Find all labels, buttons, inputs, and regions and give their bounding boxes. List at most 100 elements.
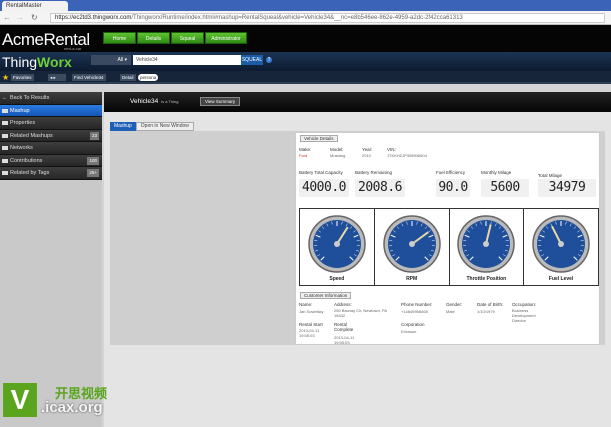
url-host: https://ec2td3.thingworx.com bbox=[55, 15, 132, 21]
history-nav[interactable]: ◂ ▸ bbox=[48, 74, 66, 81]
squeal-button[interactable]: SQUEAL bbox=[241, 55, 263, 65]
logo-subtitle: rent-a-car bbox=[64, 46, 82, 51]
metric-label: Battery Remaining bbox=[355, 170, 393, 175]
count-badge: 25+ bbox=[87, 169, 99, 177]
model-label: Model: bbox=[330, 147, 344, 152]
occupation-label: Occupation: bbox=[512, 302, 537, 307]
nav-squeal[interactable]: Squeal bbox=[171, 32, 204, 44]
mashup-tabs: Mashup Open in New Window bbox=[110, 122, 194, 131]
watermark-site: .icax.org bbox=[41, 399, 103, 416]
battery-total-display: 4000.0 bbox=[299, 179, 349, 197]
sidebar-item-properties[interactable]: Properties bbox=[0, 117, 102, 130]
nav-details[interactable]: Details bbox=[137, 32, 170, 44]
logo-part: Thing bbox=[2, 54, 38, 70]
star-icon[interactable]: ★ bbox=[2, 73, 9, 82]
vin-label: VIN: bbox=[387, 147, 396, 152]
mashup-icon bbox=[2, 108, 8, 113]
favorites-bar: ★ Favorites ◂ ▸ Find Vehicle34 Detail pe… bbox=[0, 71, 611, 84]
watermark-logo: V bbox=[3, 383, 37, 417]
address-label: Address: bbox=[334, 302, 352, 307]
address-value: 250 Barclay Cir, Newtown, PA 18432 bbox=[334, 308, 387, 318]
speed-gauge: Speed bbox=[300, 209, 375, 285]
gauge-dial bbox=[308, 215, 366, 273]
detail-button[interactable]: Detail bbox=[120, 74, 136, 81]
gauge-hub bbox=[333, 241, 340, 247]
dob-value: 1/10/1979 bbox=[477, 309, 495, 314]
monthly-milage-display: 5600 bbox=[481, 179, 529, 197]
browser-tab-strip: RentalMaster bbox=[0, 0, 611, 11]
make-value: Ford bbox=[299, 153, 308, 158]
reload-icon[interactable]: ↻ bbox=[31, 13, 38, 22]
browser-tab[interactable]: RentalMaster bbox=[2, 1, 68, 11]
name-label: Name: bbox=[299, 302, 313, 307]
scope-select[interactable]: All ▾ bbox=[91, 55, 131, 65]
corporation-label: Corporation bbox=[401, 322, 425, 327]
count-badge: 23 bbox=[89, 131, 99, 140]
back-arrow-icon: ← bbox=[2, 95, 8, 101]
app-header: AcmeRental rent-a-car Home Details Squea… bbox=[0, 25, 611, 52]
nav-home[interactable]: Home bbox=[103, 32, 136, 44]
rpm-gauge: RPM bbox=[375, 209, 450, 285]
contributions-icon bbox=[2, 158, 8, 163]
phone-value: +14845958465 bbox=[401, 309, 428, 314]
sidebar-item-related-mashups[interactable]: Related Mashups 23 bbox=[0, 129, 102, 142]
model-value: Mustang bbox=[330, 153, 346, 158]
scope-value: All bbox=[117, 57, 124, 63]
sidebar-item-back[interactable]: ← Back To Results bbox=[0, 92, 102, 105]
tag-icon bbox=[2, 171, 8, 175]
back-icon[interactable]: ← bbox=[3, 13, 11, 22]
year-value: 2010 bbox=[362, 153, 371, 158]
vin-value: JTKKHZJP308906604 bbox=[387, 153, 427, 158]
rental-start-label: Rental Start bbox=[299, 322, 323, 327]
sidebar-item-contributions[interactable]: Contributions 100 bbox=[0, 154, 102, 167]
gauge-dial bbox=[382, 215, 441, 273]
sidebar: ← Back To Results Mashup Properties Relat… bbox=[0, 92, 102, 427]
sidebar-item-label: Back To Results bbox=[10, 95, 50, 101]
favorites-button[interactable]: Favorites bbox=[11, 74, 34, 81]
forward-icon[interactable]: → bbox=[16, 13, 24, 22]
thingworx-logo: ThingWorx bbox=[2, 54, 72, 70]
rental-start-value: 2013-04-11 19:55:03 bbox=[299, 328, 320, 338]
dob-label: Date of Birth: bbox=[477, 302, 504, 307]
tab-mashup[interactable]: Mashup bbox=[110, 122, 136, 131]
thing-name-text: Vehicle34 bbox=[130, 98, 159, 105]
total-milage-display: 34979 bbox=[538, 179, 596, 197]
sidebar-item-label: Networks bbox=[10, 145, 33, 151]
throttle-gauge: Throttle Position bbox=[450, 209, 525, 285]
gender-label: Gender: bbox=[446, 302, 463, 307]
corporation-value: Ericsson bbox=[401, 329, 417, 334]
networks-icon bbox=[2, 146, 8, 150]
gauge-dial bbox=[457, 215, 516, 273]
gauge-hub bbox=[483, 241, 490, 247]
properties-icon bbox=[2, 121, 8, 125]
metric-label: Total Milage bbox=[538, 173, 563, 178]
make-label: Make: bbox=[299, 147, 312, 152]
thing-name: Vehicle34 is a Thing bbox=[130, 98, 178, 105]
find-vehicle-button[interactable]: Find Vehicle34 bbox=[72, 74, 106, 81]
sidebar-item-related-tags[interactable]: Related by Tags 25+ bbox=[0, 167, 102, 180]
persona-button[interactable]: persona bbox=[138, 74, 159, 81]
open-new-window-button[interactable]: Open in New Window bbox=[135, 122, 194, 131]
sidebar-item-label: Contributions bbox=[10, 157, 43, 164]
related-mashups-icon bbox=[2, 133, 8, 138]
sidebar-item-label: Properties bbox=[10, 120, 36, 126]
battery-remaining-display: 2008.6 bbox=[355, 179, 405, 197]
rental-complete-label: Rental Complete bbox=[334, 322, 354, 332]
url-path: /Thingworx/Runtime/index.html#mashup=Ren… bbox=[131, 15, 463, 21]
help-icon[interactable]: ? bbox=[266, 57, 272, 63]
search-input[interactable] bbox=[133, 55, 241, 65]
thing-header: Vehicle34 is a Thing View Summary bbox=[104, 92, 611, 112]
year-label: Year: bbox=[362, 147, 373, 152]
view-summary-button[interactable]: View Summary bbox=[200, 97, 241, 106]
gauge-label: RPM bbox=[406, 276, 418, 282]
sidebar-item-mashup[interactable]: Mashup bbox=[0, 104, 102, 117]
sidebar-item-networks[interactable]: Networks bbox=[0, 142, 102, 155]
url-input[interactable]: https://ec2td3.thingworx.com/Thingworx/R… bbox=[50, 13, 605, 23]
metric-label: Monthly Milage bbox=[481, 170, 512, 175]
rental-complete-value: 2013-04-11 19:55:03 bbox=[334, 335, 355, 345]
gauge-dial bbox=[532, 215, 590, 273]
fuel-gauge: Fuel Level bbox=[524, 209, 598, 285]
gender-value: Male bbox=[446, 309, 455, 314]
nav-administrator[interactable]: Administrator bbox=[205, 32, 247, 44]
gauge-hub bbox=[408, 241, 415, 247]
